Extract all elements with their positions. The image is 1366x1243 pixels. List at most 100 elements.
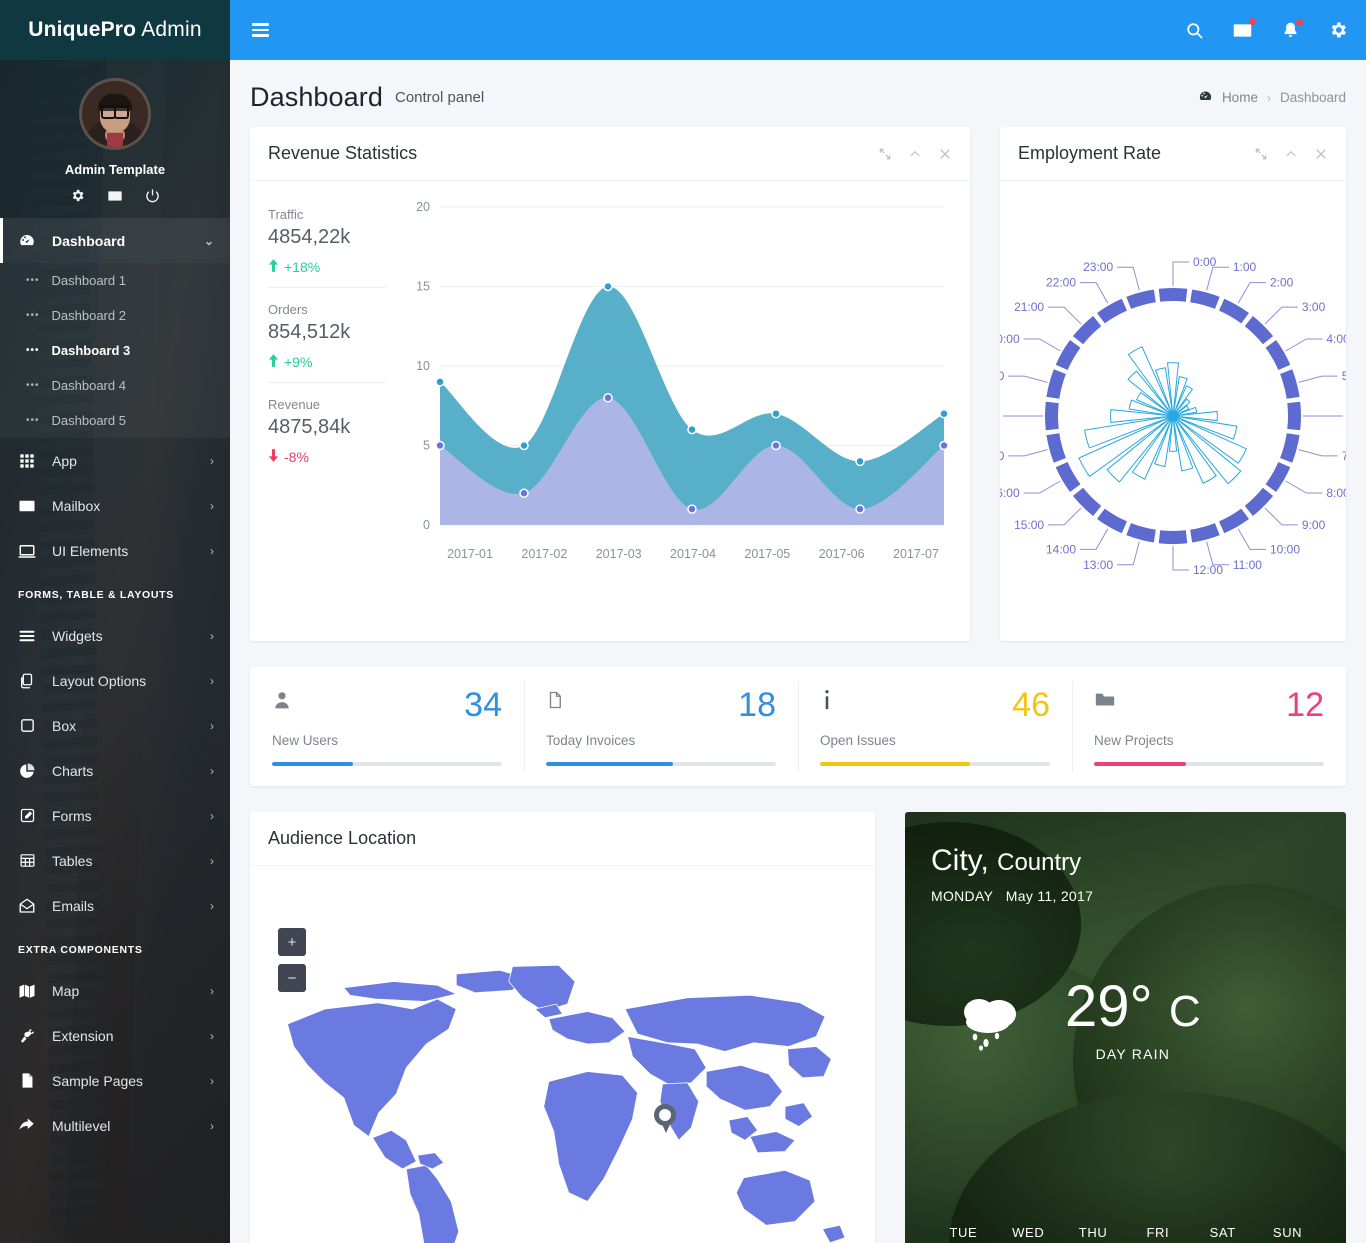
progress-fill: [546, 762, 673, 767]
gear-icon[interactable]: [70, 188, 85, 204]
hamburger-icon[interactable]: [252, 23, 269, 37]
stat-value: 12: [1286, 686, 1324, 724]
sidebar-subitem-dashboard-3[interactable]: ••• Dashboard 3: [0, 333, 230, 368]
sidebar-subitem-dashboard-5[interactable]: ••• Dashboard 5: [0, 403, 230, 438]
expand-icon[interactable]: [878, 147, 892, 161]
expand-icon[interactable]: [1254, 147, 1268, 161]
polar-axis-label: 10:00: [1270, 542, 1300, 556]
stat-delta-value: -8%: [284, 449, 309, 465]
polar-ring-segment: [1126, 523, 1156, 543]
map-zoom-in-button[interactable]: +: [278, 928, 306, 957]
polar-axis-label: 14:00: [1046, 542, 1076, 556]
x-axis-tick: 2017-05: [744, 547, 791, 561]
sidebar-item-tables[interactable]: Tables ›: [0, 838, 230, 883]
weather-day-of-week: MONDAY: [931, 888, 994, 905]
sidebar-item-charts[interactable]: Charts ›: [0, 748, 230, 793]
search-icon[interactable]: [1185, 21, 1204, 40]
stat-card-new-projects[interactable]: 12 New Projects: [1072, 667, 1346, 786]
sidebar-item-forms[interactable]: Forms ›: [0, 793, 230, 838]
sidebar-item-label: Extension: [52, 1027, 114, 1044]
svg-text:15: 15: [416, 280, 430, 294]
gear-icon[interactable]: [1328, 20, 1348, 40]
polar-axis-label: 15:00: [1014, 518, 1044, 532]
weather-date: MONDAY May 11, 2017: [931, 888, 1320, 904]
polar-axis-label: 7:00: [1342, 449, 1346, 463]
stat-card-new-users[interactable]: 34 New Users: [250, 667, 524, 786]
polar-ring-segment: [1045, 401, 1059, 431]
sidebar-item-dashboard[interactable]: Dashboard ⌄: [0, 218, 230, 263]
polar-axis-label: 21:00: [1014, 300, 1044, 314]
sidebar-item-label: Emails: [52, 897, 95, 914]
weather-temperature-row: 29° C: [1065, 978, 1201, 1036]
dashboard-submenu: ••• Dashboard 1 ••• Dashboard 2 ••• Dash…: [0, 263, 230, 438]
main-area: Dashboard Control panel Home › Dashboard…: [230, 0, 1366, 1243]
sidebar-item-multilevel[interactable]: Multilevel ›: [0, 1103, 230, 1148]
sidebar-item-map[interactable]: Map ›: [0, 968, 230, 1013]
sidebar-item-ui-elements[interactable]: UI Elements ›: [0, 528, 230, 573]
weather-country: Country: [997, 849, 1082, 877]
topbar: [230, 0, 1366, 60]
chevron-right-icon: ›: [210, 498, 214, 513]
x-axis-tick: 2017-06: [818, 547, 865, 561]
share-arrow-icon: [16, 1117, 38, 1135]
edit-icon: [16, 807, 38, 824]
polar-axis-label: 13:00: [1083, 558, 1113, 572]
sidebar-item-app[interactable]: App ›: [0, 438, 230, 483]
sidebar-item-label: Forms: [52, 807, 92, 824]
bottom-row: Audience Location + − City, Country MOND…: [250, 812, 1346, 1243]
sidebar-item-layout-options[interactable]: Layout Options ›: [0, 658, 230, 703]
page-title: Dashboard: [250, 82, 383, 112]
progress-fill: [272, 762, 353, 767]
stat-delta: +9%: [268, 354, 386, 370]
folder-icon: [1094, 689, 1116, 711]
weather-unit: C: [1168, 987, 1201, 1037]
close-icon[interactable]: [1314, 147, 1328, 161]
polar-ring-segment: [1046, 433, 1066, 463]
sidebar-item-widgets[interactable]: Widgets ›: [0, 613, 230, 658]
polar-ring-segment: [1280, 433, 1300, 463]
stat-card-today-invoices[interactable]: 18 Today Invoices: [524, 667, 798, 786]
mail-icon[interactable]: [1232, 17, 1256, 41]
sidebar-item-sample-pages[interactable]: Sample Pages ›: [0, 1058, 230, 1103]
map-zoom-out-button[interactable]: −: [278, 964, 306, 993]
sidebar-subitem-dashboard-4[interactable]: ••• Dashboard 4: [0, 368, 230, 403]
breadcrumb-home-link[interactable]: Home: [1222, 90, 1258, 105]
bell-icon[interactable]: [1281, 18, 1303, 40]
stat-delta: -8%: [268, 449, 386, 465]
revenue-stat-list: Traffic 4854,22k +18% Orders 854,512k +9…: [268, 195, 386, 561]
sidebar-item-mailbox[interactable]: Mailbox ›: [0, 483, 230, 528]
breadcrumb: Home › Dashboard: [1198, 89, 1346, 107]
grid-icon: [16, 453, 38, 469]
collapse-icon[interactable]: [1284, 147, 1298, 161]
close-icon[interactable]: [938, 147, 952, 161]
info-icon: [820, 689, 834, 711]
x-axis-labels: 2017-01 2017-02 2017-03 2017-04 2017-05 2017-…: [392, 545, 952, 561]
brand-logo[interactable]: UniquePro Admin: [0, 0, 230, 60]
page-header: Dashboard Control panel Home › Dashboard: [230, 60, 1366, 127]
weather-widget: City, Country MONDAY May 11, 2017 29° C …: [905, 812, 1346, 1243]
world-map[interactable]: + −: [250, 866, 875, 1243]
arrow-up-icon: [268, 354, 279, 370]
sidebar-item-extension[interactable]: Extension ›: [0, 1013, 230, 1058]
polar-axis-label: 1:00: [1233, 260, 1257, 274]
sidebar-item-box[interactable]: Box ›: [0, 703, 230, 748]
sidebar-subitem-dashboard-1[interactable]: ••• Dashboard 1: [0, 263, 230, 298]
polar-ring-segment: [1046, 369, 1066, 399]
power-icon[interactable]: [145, 188, 160, 204]
polar-ring-segment: [1265, 340, 1291, 370]
card-header: Audience Location: [250, 812, 875, 867]
collapse-icon[interactable]: [908, 147, 922, 161]
avatar[interactable]: [79, 78, 151, 150]
sidebar-group-title-extra: EXTRA COMPONENTS: [18, 944, 143, 956]
mail-badge: [1249, 17, 1256, 25]
mail-icon[interactable]: [107, 188, 123, 204]
chevron-right-icon: ›: [210, 1028, 214, 1043]
rain-cloud-icon: [931, 988, 1051, 1052]
dots-icon: •••: [26, 345, 40, 356]
sidebar-subitem-dashboard-2[interactable]: ••• Dashboard 2: [0, 298, 230, 333]
chevron-right-icon: ›: [210, 853, 214, 868]
weather-condition: DAY RAIN: [1095, 1046, 1171, 1063]
sidebar-item-label: Box: [52, 717, 77, 734]
sidebar-item-emails[interactable]: Emails ›: [0, 883, 230, 928]
stat-card-open-issues[interactable]: 46 Open Issues: [798, 667, 1072, 786]
